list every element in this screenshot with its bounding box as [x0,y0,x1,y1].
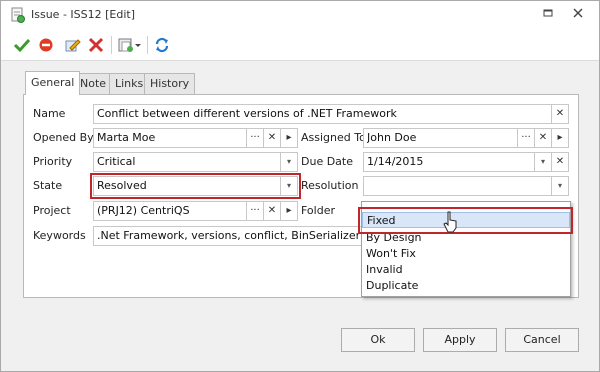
delete-x-icon[interactable] [87,37,105,53]
keywords-value: .Net Framework, versions, conflict, BinS… [97,229,363,242]
issue-document-icon [11,7,25,23]
keywords-label: Keywords [33,229,86,242]
due-date-clear-icon[interactable]: ✕ [551,153,568,171]
resolution-label: Resolution [301,179,359,192]
close-window-icon[interactable] [571,7,585,21]
project-label: Project [33,204,71,217]
priority-select[interactable]: Critical ▾ [93,152,298,172]
project-field[interactable]: (PRJ12) CentriQS ··· ✕ ▸ [93,201,298,221]
due-date-label: Due Date [301,155,353,168]
new-item-dropdown-icon[interactable] [117,37,143,53]
due-date-dropdown-icon[interactable]: ▾ [534,153,551,171]
name-field[interactable]: Conflict between different versions of .… [93,104,569,124]
assigned-to-field[interactable]: John Doe ··· ✕ ▸ [363,128,569,148]
title-bar: Issue - ISS12 [Edit] [1,1,599,29]
assigned-to-ellipsis-icon[interactable]: ··· [517,129,534,147]
due-date-value: 1/14/2015 [367,155,424,168]
assigned-to-open-arrow-icon[interactable]: ▸ [551,129,568,147]
fixed-option-highlight-box [358,207,573,234]
project-open-arrow-icon[interactable]: ▸ [280,202,297,220]
project-ellipsis-icon[interactable]: ··· [246,202,263,220]
toolbar-separator [111,36,112,54]
restore-window-icon[interactable] [541,7,555,21]
priority-label: Priority [33,155,73,168]
clear-name-icon[interactable]: ✕ [551,105,568,123]
cancel-circle-icon[interactable] [37,37,55,53]
opened-by-label: Opened By [33,131,94,144]
assigned-to-value: John Doe [367,131,417,144]
name-label: Name [33,107,66,120]
resolution-dropdown-icon[interactable]: ▾ [551,177,568,195]
priority-value: Critical [97,155,136,168]
state-highlight-box [90,173,301,199]
resolution-option-invalid[interactable]: Invalid [362,262,570,278]
folder-label: Folder [301,204,335,217]
opened-by-value: Marta Moe [97,131,156,144]
name-value: Conflict between different versions of .… [97,107,397,120]
tab-general[interactable]: General [25,71,81,95]
resolution-select[interactable]: ▾ [363,176,569,196]
project-clear-icon[interactable]: ✕ [263,202,280,220]
due-date-field[interactable]: 1/14/2015 ▾ ✕ [363,152,569,172]
issue-edit-window: Issue - ISS12 [Edit] General Note Links … [0,0,600,372]
toolbar [1,29,599,61]
assigned-to-clear-icon[interactable]: ✕ [534,129,551,147]
opened-by-field[interactable]: Marta Moe ··· ✕ ▸ [93,128,298,148]
state-label: State [33,179,63,192]
save-close-check-icon[interactable] [13,37,31,53]
tab-history[interactable]: History [144,73,196,94]
toolbar-separator [147,36,148,54]
priority-dropdown-icon[interactable]: ▾ [280,153,297,171]
ok-button[interactable]: Ok [341,328,415,352]
edit-pencil-icon[interactable] [63,37,81,53]
window-title: Issue - ISS12 [Edit] [31,8,135,21]
resolution-option-duplicate[interactable]: Duplicate [362,278,570,294]
apply-button[interactable]: Apply [423,328,497,352]
mouse-cursor-icon [443,211,459,236]
cancel-button[interactable]: Cancel [505,328,579,352]
assigned-to-label: Assigned To [301,131,366,144]
opened-by-ellipsis-icon[interactable]: ··· [246,129,263,147]
refresh-icon[interactable] [153,37,171,53]
opened-by-clear-icon[interactable]: ✕ [263,129,280,147]
project-value: (PRJ12) CentriQS [97,204,190,217]
resolution-option-wont-fix[interactable]: Won't Fix [362,246,570,262]
opened-by-open-arrow-icon[interactable]: ▸ [280,129,297,147]
